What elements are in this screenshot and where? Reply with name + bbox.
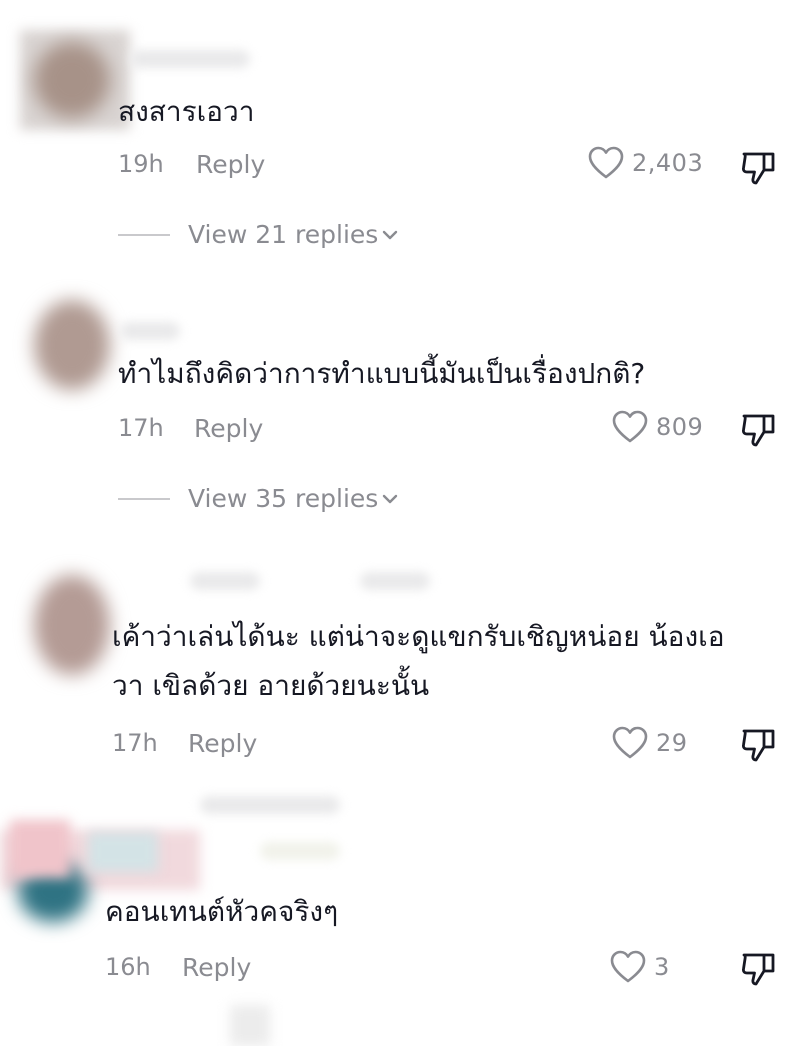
blurred-region	[230, 1005, 270, 1046]
dislike-icon[interactable]	[740, 150, 778, 186]
comment-text-line-1: เค้าว่าเล่นได้นะ แต่น่าจะดูแขกรับเชิญหน่…	[112, 620, 725, 653]
comment-text: คอนเทนต์หัวคจริงๆ	[105, 895, 339, 928]
comment-time: 17h	[112, 729, 158, 757]
username[interactable]	[130, 50, 250, 68]
blurred-region	[88, 832, 158, 872]
like-count: 29	[656, 729, 688, 757]
like-count: 2,403	[632, 149, 704, 177]
comment-text: สงสารเอวา	[118, 95, 255, 128]
view-replies-label: View 21 replies	[188, 220, 379, 249]
avatar[interactable]	[34, 575, 110, 675]
heart-icon	[588, 146, 624, 180]
comment-time: 19h	[118, 150, 164, 178]
dislike-icon[interactable]	[740, 951, 778, 987]
like-button[interactable]: 2,403	[588, 146, 703, 180]
divider-line	[118, 497, 170, 500]
blurred-region	[10, 820, 70, 878]
heart-icon	[610, 950, 646, 984]
dislike-icon[interactable]	[740, 412, 778, 448]
blurred-reply	[200, 796, 340, 814]
avatar[interactable]	[34, 300, 110, 390]
reply-button[interactable]: Reply	[196, 150, 265, 179]
heart-icon	[612, 726, 648, 760]
chevron-down-icon	[382, 493, 398, 505]
like-button[interactable]: 29	[612, 726, 688, 760]
like-button[interactable]: 809	[612, 410, 703, 444]
chevron-down-icon	[382, 229, 398, 241]
username[interactable]	[120, 322, 180, 340]
reply-button[interactable]: Reply	[188, 729, 257, 758]
comment-time: 16h	[105, 953, 151, 981]
reply-button[interactable]: Reply	[194, 414, 263, 443]
view-replies-label: View 35 replies	[188, 484, 379, 513]
comment-text-line-2: วา เขิลด้วย อายด้วยนะนั้น	[112, 669, 430, 702]
avatar[interactable]	[34, 42, 110, 118]
like-count: 3	[654, 953, 670, 981]
comment-time: 17h	[118, 414, 164, 442]
username[interactable]	[190, 572, 260, 590]
dislike-icon[interactable]	[740, 727, 778, 763]
like-button[interactable]: 3	[610, 950, 670, 984]
comment-text: ทำไมถึงคิดว่าการทำแบบนี้มันเป็นเรื่องปกต…	[118, 357, 646, 390]
divider-line	[118, 233, 170, 236]
reply-button[interactable]: Reply	[182, 953, 251, 982]
view-replies-button[interactable]: View 21 replies	[118, 220, 398, 249]
username[interactable]	[260, 842, 340, 860]
heart-icon	[612, 410, 648, 444]
view-replies-button[interactable]: View 35 replies	[118, 484, 398, 513]
like-count: 809	[656, 413, 704, 441]
username-secondary	[360, 572, 430, 590]
